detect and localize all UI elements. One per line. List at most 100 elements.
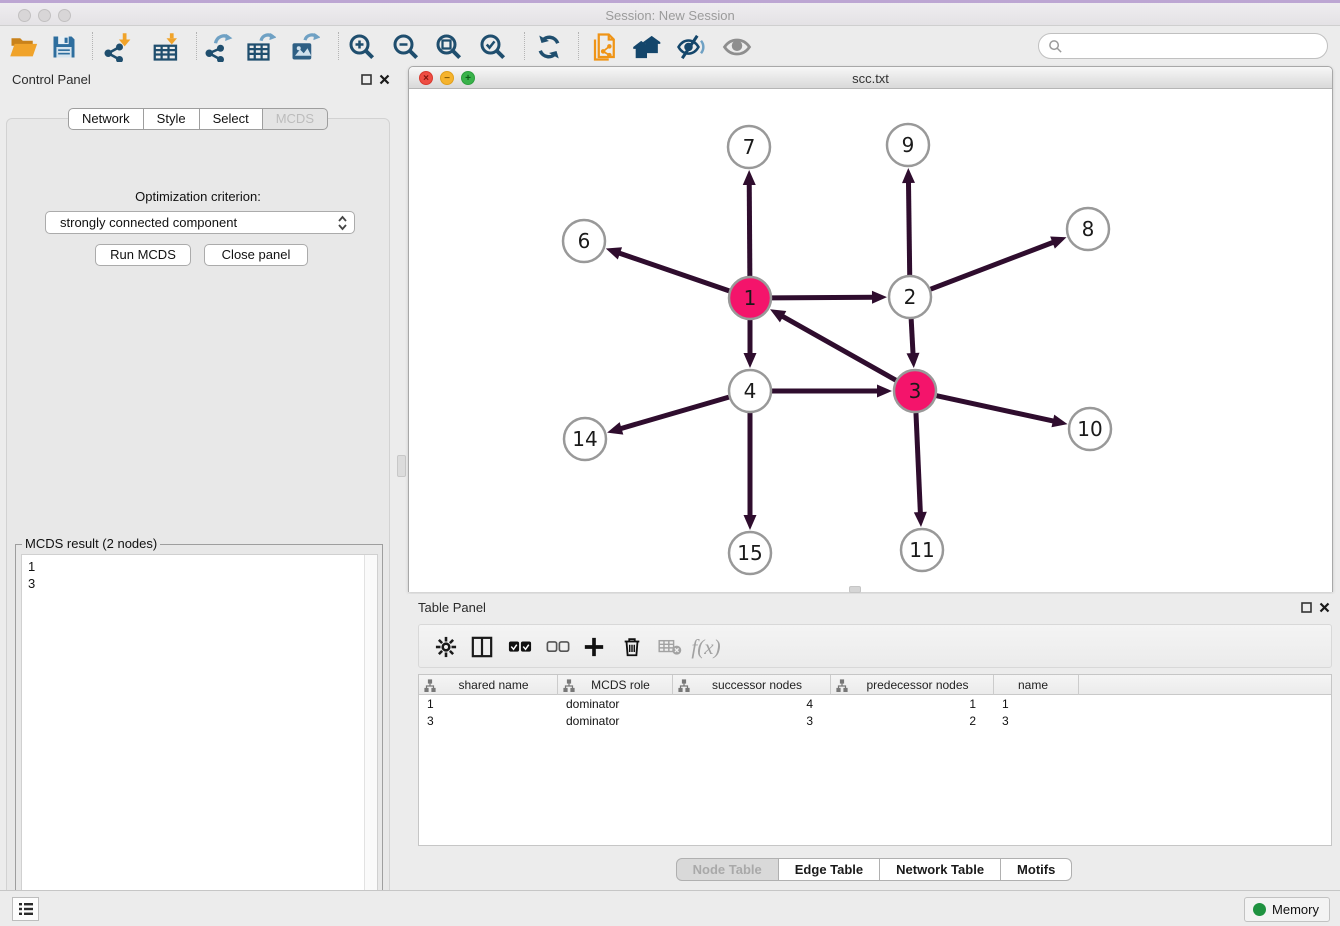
arrowhead-4-15 xyxy=(744,515,757,530)
network-canvas[interactable]: 1234678910111415 xyxy=(409,89,1332,592)
search-input[interactable] xyxy=(1063,36,1327,56)
export-network-icon[interactable] xyxy=(202,31,234,63)
arrowhead-1-4 xyxy=(744,353,757,368)
float-panel-icon[interactable] xyxy=(358,71,374,87)
node-table[interactable]: shared nameMCDS rolesuccessor nodesprede… xyxy=(418,674,1332,846)
settings-icon[interactable] xyxy=(431,632,461,662)
close-table-panel-icon[interactable] xyxy=(1316,599,1332,615)
table-toolbar: f(x) xyxy=(418,624,1332,668)
float-table-panel-icon[interactable] xyxy=(1298,599,1314,615)
table-row[interactable]: 1dominator411 xyxy=(419,696,1331,713)
search-box[interactable] xyxy=(1038,33,1328,59)
task-history-button[interactable] xyxy=(12,897,39,921)
refresh-icon[interactable] xyxy=(533,31,565,63)
edge-2-8[interactable] xyxy=(931,241,1056,289)
macos-titlebar: Session: New Session xyxy=(0,0,1340,26)
edge-3-11[interactable] xyxy=(916,413,920,515)
edge-2-9[interactable] xyxy=(908,180,909,275)
node-label-2: 2 xyxy=(904,285,917,309)
cell-predecessor-nodes[interactable]: 1 xyxy=(831,696,994,713)
mcds-result-text[interactable]: 13 xyxy=(21,554,378,918)
select-all-checkboxes-icon[interactable] xyxy=(505,632,535,662)
column-header-successor-nodes[interactable]: successor nodes xyxy=(673,675,831,695)
fx-label: f(x) xyxy=(691,635,720,660)
zoom-in-icon[interactable] xyxy=(346,31,378,63)
split-view-icon[interactable] xyxy=(467,632,497,662)
edge-1-6[interactable] xyxy=(617,252,729,290)
delete-table-icon[interactable] xyxy=(655,632,685,662)
table-panel-header: Table Panel xyxy=(408,594,1340,620)
delete-column-icon[interactable] xyxy=(617,632,647,662)
arrowhead-4-3 xyxy=(877,385,892,398)
zoom-selected-icon[interactable] xyxy=(477,31,509,63)
column-header-shared-name[interactable]: shared name xyxy=(419,675,558,695)
cell-name[interactable]: 3 xyxy=(994,713,1079,730)
column-header-name[interactable]: name xyxy=(994,675,1079,695)
export-table-icon[interactable] xyxy=(245,31,277,63)
tab-motifs[interactable]: Motifs xyxy=(1001,858,1072,881)
node-label-7: 7 xyxy=(743,135,756,159)
close-panel-icon[interactable] xyxy=(376,71,392,87)
node-label-14: 14 xyxy=(572,427,597,451)
cell-successor-nodes[interactable]: 3 xyxy=(673,713,831,730)
network-window-title: scc.txt xyxy=(409,71,1332,86)
network-view-window: × − + scc.txt 1234678910111415 xyxy=(408,66,1333,592)
cell-mcds-role[interactable]: dominator xyxy=(558,713,673,730)
mcds-result-fieldset: MCDS result (2 nodes) 13 xyxy=(15,544,383,924)
cell-name[interactable]: 1 xyxy=(994,696,1079,713)
arrowhead-3-11 xyxy=(914,512,927,527)
cell-shared-name[interactable]: 3 xyxy=(419,713,558,730)
zoom-out-icon[interactable] xyxy=(390,31,422,63)
table-panel-title: Table Panel xyxy=(418,600,486,615)
vertical-splitter-handle[interactable] xyxy=(397,455,406,477)
edge-3-10[interactable] xyxy=(936,396,1055,422)
deselect-all-checkboxes-icon[interactable] xyxy=(543,632,573,662)
tab-network-table[interactable]: Network Table xyxy=(880,858,1001,881)
network-window-titlebar[interactable]: × − + scc.txt xyxy=(409,67,1332,89)
tab-network[interactable]: Network xyxy=(68,108,144,130)
close-panel-button[interactable]: Close panel xyxy=(204,244,308,266)
edge-1-7[interactable] xyxy=(749,182,750,276)
home-icon[interactable] xyxy=(632,31,664,63)
criterion-dropdown[interactable]: strongly connected component xyxy=(45,211,355,234)
cell-successor-nodes[interactable]: 4 xyxy=(673,696,831,713)
network-graph[interactable]: 1234678910111415 xyxy=(409,89,1332,592)
control-panel-tabs: NetworkStyleSelectMCDS xyxy=(7,108,389,130)
export-image-icon[interactable] xyxy=(289,31,321,63)
edge-3-1[interactable] xyxy=(780,315,895,380)
horizontal-splitter-handle[interactable] xyxy=(849,586,861,593)
run-mcds-button[interactable]: Run MCDS xyxy=(95,244,191,266)
column-header-predecessor-nodes[interactable]: predecessor nodes xyxy=(831,675,994,695)
memory-button[interactable]: Memory xyxy=(1244,897,1330,922)
mcds-result-legend: MCDS result (2 nodes) xyxy=(22,536,160,551)
tab-mcds[interactable]: MCDS xyxy=(263,108,328,130)
edge-1-2[interactable] xyxy=(772,297,875,298)
node-label-9: 9 xyxy=(902,133,915,157)
tab-edge-table[interactable]: Edge Table xyxy=(779,858,880,881)
clone-network-icon[interactable] xyxy=(589,31,621,63)
zoom-fit-icon[interactable] xyxy=(433,31,465,63)
table-row[interactable]: 3dominator323 xyxy=(419,713,1331,730)
column-header-mcds-role[interactable]: MCDS role xyxy=(558,675,673,695)
table-header-row: shared nameMCDS rolesuccessor nodesprede… xyxy=(419,675,1331,695)
cell-predecessor-nodes[interactable]: 2 xyxy=(831,713,994,730)
list-icon xyxy=(18,902,34,916)
tab-style[interactable]: Style xyxy=(144,108,200,130)
edge-2-3[interactable] xyxy=(911,319,913,356)
import-table-icon[interactable] xyxy=(150,31,182,63)
edge-4-14[interactable] xyxy=(619,397,729,429)
tab-select[interactable]: Select xyxy=(200,108,263,130)
show-graphics-details-icon[interactable] xyxy=(721,31,753,63)
cell-mcds-role[interactable]: dominator xyxy=(558,696,673,713)
save-session-icon[interactable] xyxy=(48,31,80,63)
cell-shared-name[interactable]: 1 xyxy=(419,696,558,713)
scrollbar-track[interactable] xyxy=(364,555,377,917)
add-column-icon[interactable] xyxy=(579,632,609,662)
import-network-icon[interactable] xyxy=(101,31,133,63)
function-builder-icon[interactable]: f(x) xyxy=(691,632,721,662)
toolbar-separator xyxy=(578,32,579,60)
hide-graphics-details-icon[interactable] xyxy=(675,31,707,63)
node-label-8: 8 xyxy=(1082,217,1095,241)
open-session-icon[interactable] xyxy=(8,31,40,63)
tab-node-table[interactable]: Node Table xyxy=(676,858,779,881)
